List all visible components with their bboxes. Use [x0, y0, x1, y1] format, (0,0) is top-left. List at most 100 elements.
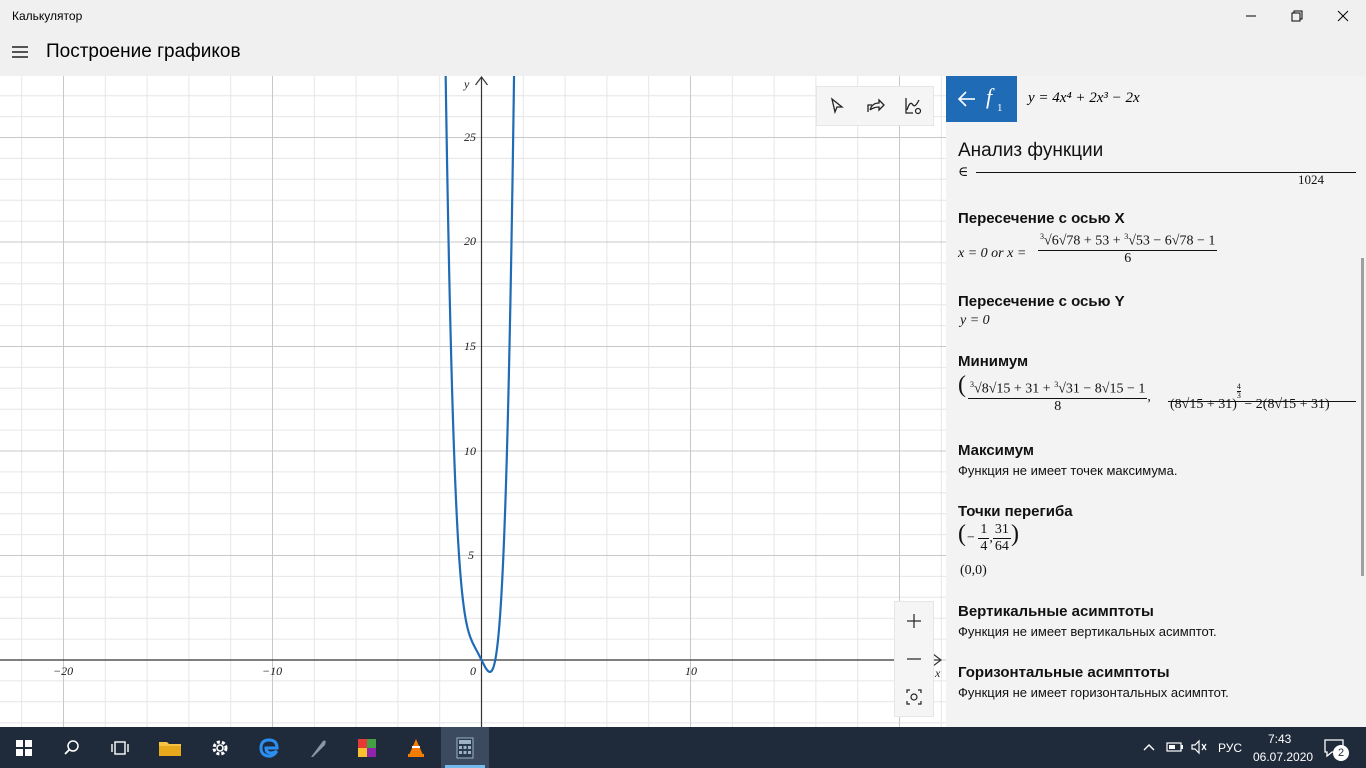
clock-date[interactable]: 06.07.2020 [1253, 750, 1313, 764]
maximum-title: Максимум [958, 442, 1035, 459]
clock-time[interactable]: 7:43 [1268, 732, 1291, 746]
language-indicator[interactable]: РУС [1218, 741, 1242, 755]
edge-icon [259, 737, 279, 758]
inflection-p2-den: 64 [994, 539, 1009, 554]
vlc-button[interactable] [392, 727, 440, 768]
start-button[interactable] [0, 727, 48, 768]
panel-scrollbar[interactable] [1361, 258, 1364, 576]
arrow-left-icon [957, 91, 975, 107]
minimum-exp-den: 3 [1236, 391, 1241, 400]
folder-icon [159, 741, 181, 756]
tray-expand-button[interactable] [1142, 740, 1156, 759]
minimum-title: Минимум [958, 353, 1029, 370]
task-view-button[interactable] [96, 727, 144, 768]
x-intercept-minus: − 1 [1196, 233, 1216, 249]
restore-icon [1291, 10, 1303, 22]
cut-off-expression: ∈ [958, 164, 1356, 181]
minimum-paren: ( [958, 372, 966, 398]
app-button[interactable] [343, 727, 391, 768]
y-tick-label: 5 [468, 548, 474, 562]
speaker-icon [1191, 739, 1207, 755]
minimize-button[interactable] [1228, 0, 1274, 32]
x-intercept-lhs-text: x = 0 or x = [958, 246, 1027, 261]
horizontal-asymptotes-title: Горизонтальные асимптоты [958, 664, 1170, 681]
feather-icon [311, 740, 326, 757]
analysis-title: Анализ функции [958, 140, 1104, 161]
y-tick-label: 25 [464, 130, 476, 144]
search-button[interactable] [48, 727, 96, 768]
restore-button[interactable] [1274, 0, 1320, 32]
calculator-taskbar-button[interactable] [441, 727, 489, 768]
graph-toolbar [816, 86, 934, 126]
battery-icon [1166, 742, 1183, 752]
menu-button[interactable] [10, 42, 30, 62]
y-intercept-value: y = 0 [960, 313, 990, 328]
cursor-icon [830, 97, 844, 115]
windows-logo-icon [16, 739, 32, 756]
minimum-minus: − 1 [1126, 381, 1146, 397]
minimum-second-bar [1168, 401, 1356, 402]
minus-icon [907, 658, 921, 660]
inflection-p1-den: 4 [980, 539, 988, 554]
graph-canvas[interactable]: x y −20 −10 0 10 5 10 15 20 25 [0, 76, 946, 727]
y-tick-label: 10 [464, 444, 476, 458]
function-index: 1 [997, 102, 1003, 114]
zoom-controls [894, 601, 934, 717]
calculator-icon [456, 737, 474, 758]
maximum-text: Функция не имеет точек максимума. [958, 463, 1178, 478]
x-tick-label: −20 [53, 664, 73, 678]
fit-view-icon [906, 689, 922, 705]
chevron-up-icon [1143, 744, 1155, 751]
x-axis-label: x [934, 666, 941, 680]
close-icon [1337, 10, 1349, 22]
x-intercept-den: 6 [1124, 250, 1132, 266]
share-icon [867, 98, 885, 112]
hamburger-icon [12, 46, 28, 58]
x-intercept-fraction: 3√6√78 + 53 + 3√53 − 6√78 − 1 6 [1038, 232, 1218, 266]
y-tick-label: 20 [464, 234, 476, 248]
trace-button[interactable] [818, 87, 856, 125]
zoom-out-button[interactable] [895, 640, 933, 678]
close-button[interactable] [1320, 0, 1366, 32]
power-tray-button[interactable] [1166, 740, 1184, 759]
zoom-in-button[interactable] [895, 602, 933, 640]
horizontal-asymptotes-text: Функция не имеет горизонтальных асимптот… [958, 685, 1229, 700]
minimum-num-a: 8√15 + 31 [981, 381, 1040, 397]
settings-button[interactable] [196, 727, 244, 768]
vertical-asymptotes-title: Вертикальные асимптоты [958, 603, 1154, 620]
x-tick-label: 0 [470, 664, 476, 678]
cut-off-denominator: 1024 [1298, 172, 1324, 187]
plus-icon [907, 614, 921, 628]
reset-view-button[interactable] [895, 678, 933, 716]
blocks-icon [358, 738, 376, 757]
edge-button[interactable] [245, 727, 293, 768]
function-curve[interactable] [444, 76, 516, 673]
minimize-icon [1246, 15, 1256, 17]
vertical-asymptotes-text: Функция не имеет вертикальных асимптот. [958, 624, 1217, 639]
search-icon [64, 739, 79, 755]
file-explorer-button[interactable] [146, 727, 194, 768]
y-tick-label: 15 [464, 339, 476, 353]
app-title: Калькулятор [12, 9, 83, 23]
inflection-title: Точки перегиба [958, 503, 1073, 520]
x-tick-label: −10 [262, 664, 282, 678]
graph-settings-icon [905, 98, 922, 115]
pen-app-button[interactable] [294, 727, 342, 768]
minimum-num-b: 31 − 8√15 [1065, 381, 1124, 397]
graph-options-button[interactable] [894, 87, 932, 125]
x-intercept-title: Пересечение с осью X [958, 210, 1125, 227]
inflection-p2-num: 31 [992, 522, 1011, 539]
page-title: Построение графиков [46, 41, 241, 62]
volume-tray-button[interactable] [1190, 739, 1208, 760]
share-button[interactable] [856, 87, 894, 125]
back-button[interactable] [956, 88, 978, 115]
gear-icon [212, 740, 228, 755]
minimum-second: (8√15 + 31) 4 3 − 2(8√15 + 31) [1170, 383, 1330, 413]
y-axis-label: y [463, 77, 470, 91]
x-intercept-plus: + [1112, 233, 1121, 249]
minimum-plus: + [1042, 381, 1051, 397]
inflection-open-paren: ( [958, 521, 966, 547]
grid-major [0, 76, 946, 727]
graph-svg[interactable]: x y −20 −10 0 10 5 10 15 20 25 [0, 76, 946, 727]
x-intercept-num-b: 53 − 6√78 [1135, 233, 1194, 249]
